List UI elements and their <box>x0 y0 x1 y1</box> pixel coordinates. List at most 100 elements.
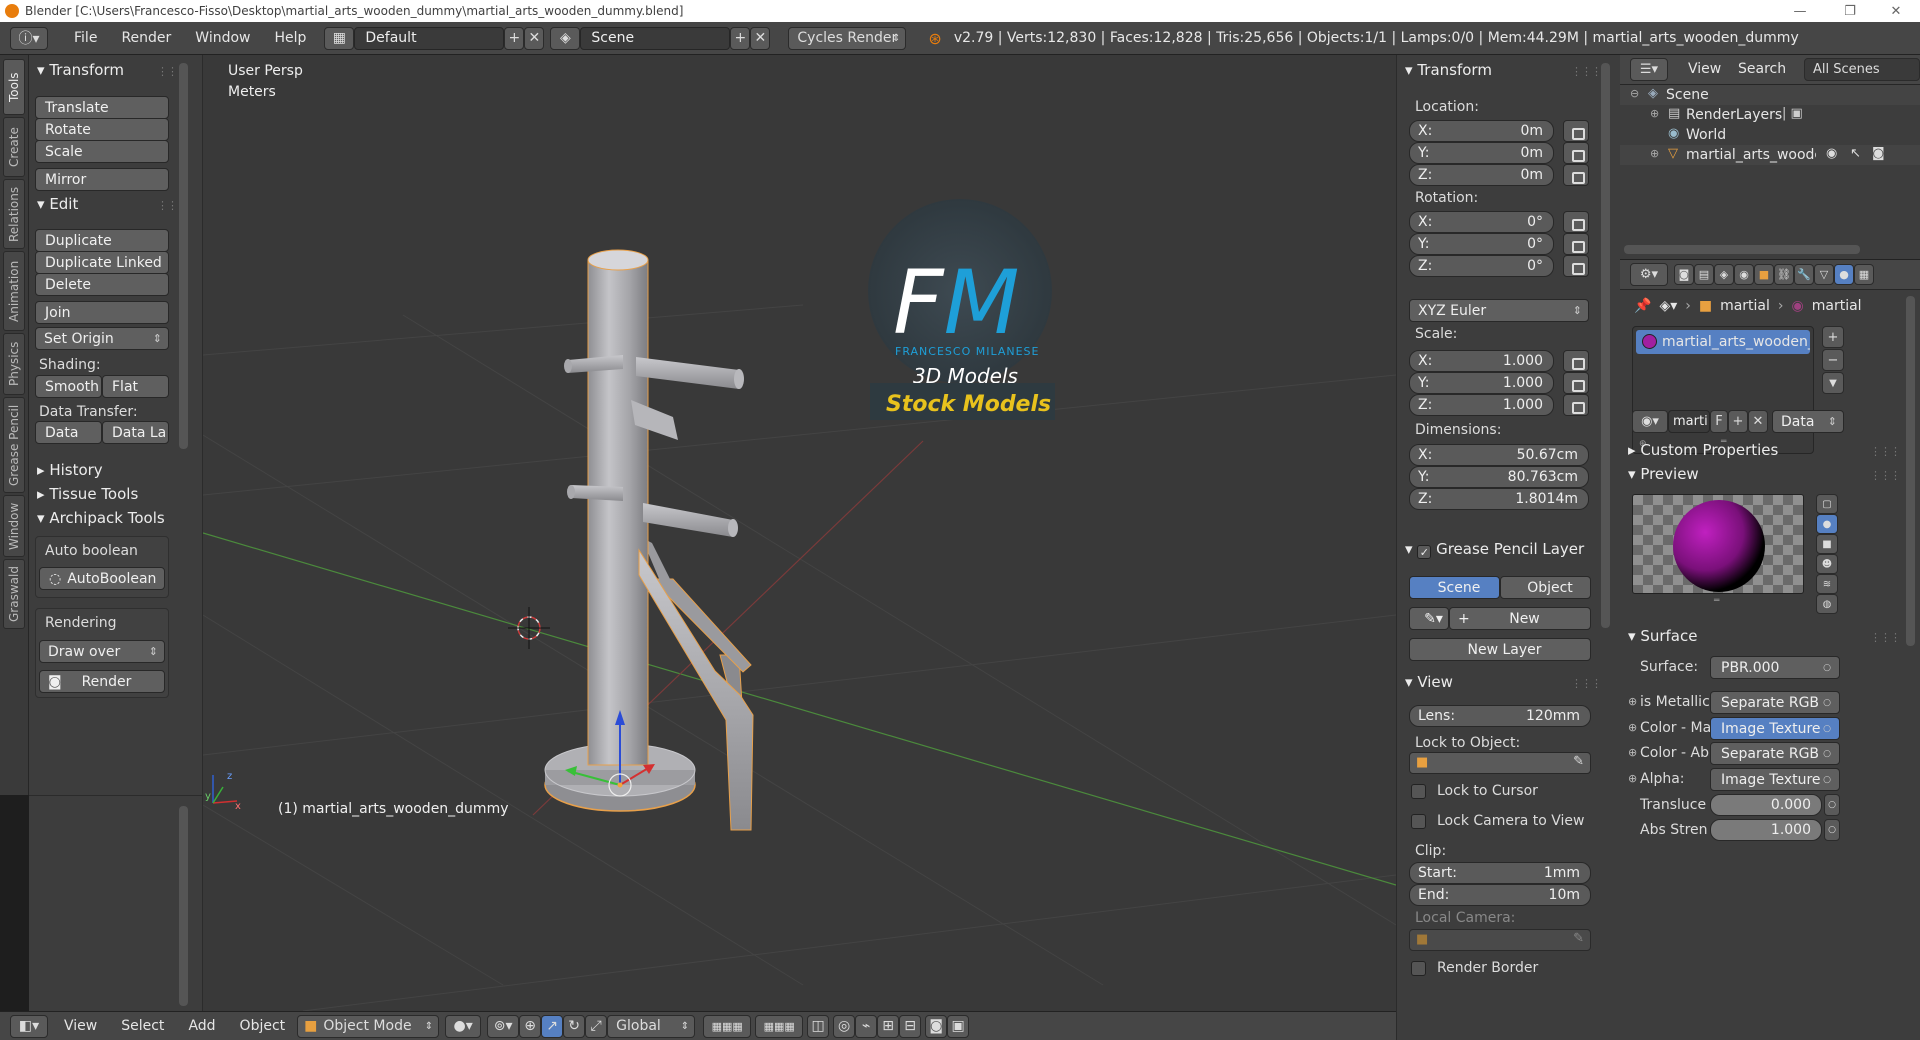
drag-grip-icon[interactable]: ⋮⋮⋮ <box>1870 445 1901 458</box>
panel-tissue-header[interactable]: ▸ Tissue Tools <box>37 485 138 503</box>
surface-shader-dropdown[interactable]: PBR.000 <box>1710 656 1840 679</box>
duplicate-button[interactable]: Duplicate <box>35 229 169 252</box>
panel-archipack-header[interactable]: ▾ Archipack Tools <box>37 509 165 527</box>
gp-enable-checkbox[interactable]: ✓ <box>1417 545 1432 559</box>
socket-expand-icon[interactable]: ⊕ <box>1628 695 1637 708</box>
menu-file[interactable]: File <box>62 30 109 46</box>
renderable-camera-icon[interactable]: ◙ <box>1872 146 1885 161</box>
material-add-slot-icon[interactable]: + <box>1822 326 1844 348</box>
location-z-field[interactable]: Z: 0m <box>1409 164 1554 186</box>
rotation-x-field[interactable]: X: 0° <box>1409 211 1554 233</box>
material-remove-slot-icon[interactable]: − <box>1822 349 1844 371</box>
socket-link-icon[interactable]: ○ <box>1824 794 1840 816</box>
opengl-render-icon[interactable]: ◙ <box>925 1014 948 1038</box>
menu-add[interactable]: Add <box>176 1018 227 1034</box>
drag-grip-icon[interactable]: ⋮⋮⋮ <box>1870 631 1901 644</box>
scale-z-field[interactable]: Z: 1.000 <box>1409 394 1554 416</box>
snap-toggle-icon[interactable]: ⌁ <box>855 1014 878 1038</box>
outliner-row[interactable]: ⊕ ▽ martial_arts_wooden_d ◉ ↖ ◙ <box>1620 145 1920 165</box>
collapse-icon[interactable]: ⊖ <box>1630 87 1639 100</box>
data-tab-icon[interactable]: ▽ <box>1814 264 1834 285</box>
render-layers-tab-icon[interactable]: ▤ <box>1694 264 1714 285</box>
3d-viewport[interactable]: FM FRANCESCO MILANESE 3D Models Stock Mo… <box>203 55 1396 1011</box>
set-origin-dropdown[interactable]: Set Origin <box>35 327 169 350</box>
npanel-scrollbar[interactable] <box>1601 63 1610 628</box>
gp-object-button[interactable]: Object <box>1500 576 1591 599</box>
wooden-dummy-mesh[interactable] <box>544 249 754 831</box>
snap-target-icon[interactable]: ⊟ <box>899 1014 922 1038</box>
local-camera-field[interactable]: ■ ✎ <box>1409 929 1591 951</box>
properties-scrollbar[interactable] <box>1906 296 1915 646</box>
expand-icon[interactable]: ⊕ <box>1650 147 1659 160</box>
duplicate-linked-button[interactable]: Duplicate Linked <box>35 251 169 274</box>
viewport-shading-icon[interactable]: ●▾ <box>445 1014 482 1038</box>
render-engine-dropdown[interactable]: Cycles Render ⇕ <box>788 26 907 50</box>
render-tab-icon[interactable]: ◙ <box>1674 264 1694 285</box>
modifiers-tab-icon[interactable]: 🔧 <box>1794 264 1814 285</box>
panel-transform-header[interactable]: ▾ Transform <box>37 61 124 79</box>
drag-grip-icon[interactable]: ⋮⋮⋮ <box>1571 65 1602 78</box>
texture-tab-icon[interactable]: ▦ <box>1854 264 1874 285</box>
location-x-field[interactable]: X: 0m <box>1409 120 1554 142</box>
lock-rotation-z-icon[interactable] <box>1563 255 1589 277</box>
outliner-row[interactable]: ⊖ ◈ Scene <box>1620 85 1920 105</box>
drag-grip-icon[interactable]: ⋮⋮⋮ <box>1870 469 1901 482</box>
custom-properties-header[interactable]: ▸ Custom Properties <box>1628 441 1778 459</box>
material-browse-icon[interactable]: ◉▾ <box>1632 410 1668 433</box>
scene-field[interactable]: Scene <box>580 26 731 50</box>
material-specials-icon[interactable]: ▼ <box>1822 372 1844 394</box>
abs-strength-slider[interactable]: 1.000 <box>1710 819 1822 841</box>
tab-window[interactable]: Window <box>3 495 25 557</box>
render-border-checkbox[interactable] <box>1411 961 1426 976</box>
snap-element-icon[interactable]: ⊞ <box>877 1014 900 1038</box>
menu-window[interactable]: Window <box>183 30 262 46</box>
gp-pencil-icon[interactable]: ✎▾ <box>1409 607 1449 630</box>
operator-scrollbar[interactable] <box>179 806 188 1006</box>
selectable-cursor-icon[interactable]: ↖ <box>1850 146 1861 161</box>
fake-user-button[interactable]: F <box>1710 410 1728 433</box>
world-tab-icon[interactable]: ◉ <box>1734 264 1754 285</box>
breadcrumb-material[interactable]: martial <box>1812 298 1862 314</box>
draw-over-dropdown[interactable]: Draw over <box>39 640 165 663</box>
outliner-view-menu[interactable]: View <box>1688 61 1721 77</box>
gp-new-layer-button[interactable]: New Layer <box>1409 638 1591 661</box>
scene-tab-icon[interactable]: ◈ <box>1714 264 1734 285</box>
menu-select[interactable]: Select <box>109 1018 176 1034</box>
rotation-y-field[interactable]: Y: 0° <box>1409 233 1554 255</box>
smooth-button[interactable]: Smooth <box>35 375 102 398</box>
preview-world-icon[interactable]: ◍ <box>1816 594 1838 614</box>
lens-field[interactable]: Lens: 120mm <box>1409 705 1591 727</box>
rotation-z-field[interactable]: Z: 0° <box>1409 255 1554 277</box>
preview-header[interactable]: ▾ Preview <box>1628 465 1699 483</box>
drag-grip-icon[interactable]: ⋮⋮⋮ <box>1571 677 1602 690</box>
preview-sphere-icon[interactable]: ● <box>1816 514 1838 534</box>
gp-new-button[interactable]: + New <box>1449 607 1591 630</box>
editor-type-properties-icon[interactable]: ⚙▾ <box>1630 263 1668 286</box>
object-tab-icon[interactable]: ■ <box>1754 264 1774 285</box>
outliner-item-dummy[interactable]: martial_arts_wooden_d <box>1686 147 1816 163</box>
grease-pencil-layer-header[interactable]: ▾ ✓ Grease Pencil Layer <box>1405 540 1584 559</box>
lock-rotation-x-icon[interactable] <box>1563 211 1589 233</box>
manipulator-toggle-icon[interactable]: ⊕ <box>519 1014 542 1038</box>
outliner-item-world[interactable]: World <box>1686 127 1726 143</box>
preview-cube-icon[interactable]: ■ <box>1816 534 1838 554</box>
restore-button[interactable]: ❐ <box>1830 0 1870 22</box>
dimension-z-field[interactable]: Z: 1.8014m <box>1409 488 1589 510</box>
dimension-y-field[interactable]: Y: 80.763cm <box>1409 466 1589 488</box>
layout-field[interactable]: Default <box>354 26 505 50</box>
eyedropper-icon[interactable]: ✎ <box>1573 754 1584 769</box>
dimension-x-field[interactable]: X: 50.67cm <box>1409 444 1589 466</box>
clip-start-field[interactable]: Start: 1mm <box>1409 862 1591 884</box>
scene-icon[interactable]: ◈ <box>550 26 581 50</box>
outliner-item-scene[interactable]: Scene <box>1666 87 1709 103</box>
input-color-ma-dropdown[interactable]: Image Texture <box>1710 717 1840 740</box>
scene-add-icon[interactable]: + <box>730 26 751 50</box>
translucence-slider[interactable]: 0.000 <box>1710 794 1822 816</box>
layers-grid-a[interactable]: ▦▦▦ <box>703 1014 752 1038</box>
preview-hair-icon[interactable]: ≋ <box>1816 574 1838 594</box>
panel-history-header[interactable]: ▸ History <box>37 461 103 479</box>
gp-scene-button[interactable]: Scene <box>1409 576 1500 599</box>
scale-button[interactable]: Scale <box>35 140 169 163</box>
layout-remove-icon[interactable]: ✕ <box>524 26 545 50</box>
join-button[interactable]: Join <box>35 301 169 324</box>
